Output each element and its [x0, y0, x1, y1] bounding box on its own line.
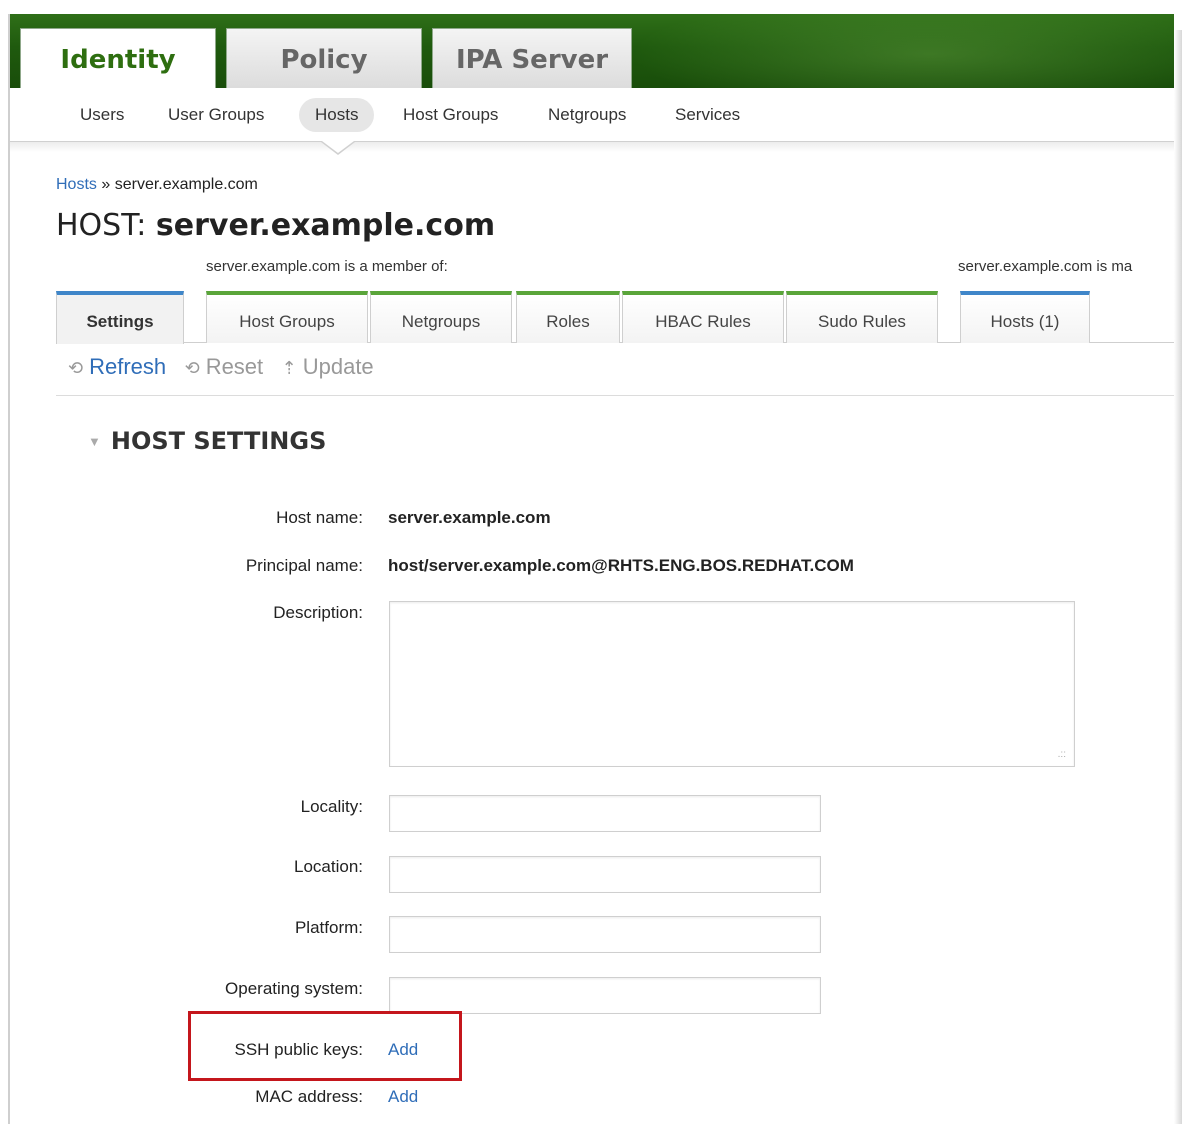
- section-header[interactable]: ▼ HOST SETTINGS: [88, 427, 326, 455]
- facet-tab-roles[interactable]: Roles: [516, 291, 620, 343]
- window-left-edge: [8, 14, 10, 1124]
- page-title-name: server.example.com: [155, 208, 496, 243]
- facet-tab-hosts[interactable]: Hosts (1): [960, 291, 1090, 343]
- description-textarea[interactable]: .::: [389, 601, 1075, 767]
- location-input[interactable]: [389, 856, 821, 893]
- facet-tab-sudo-rules[interactable]: Sudo Rules: [786, 291, 938, 343]
- window-right-shadow: [1174, 30, 1182, 1124]
- description-label: Description:: [273, 603, 363, 622]
- page-title: HOST: server.example.com: [56, 208, 495, 243]
- member-of-label: server.example.com is a member of:: [206, 258, 448, 275]
- action-bar: ⟲ Refresh ⟲ Reset ⇡ Update: [68, 354, 388, 386]
- managed-by-label: server.example.com is ma: [958, 258, 1133, 275]
- top-navigation-bar: Identity Policy IPA Server: [10, 14, 1174, 88]
- operating-system-input[interactable]: [389, 977, 821, 1014]
- update-label: Update: [302, 354, 374, 379]
- host-name-label: Host name:: [276, 508, 363, 527]
- facet-tab-host-groups[interactable]: Host Groups: [206, 291, 368, 343]
- subnav-item-services[interactable]: Services: [659, 98, 756, 132]
- facet-tab-settings[interactable]: Settings: [56, 291, 184, 344]
- subnav-item-netgroups[interactable]: Netgroups: [532, 98, 642, 132]
- breadcrumb-link-hosts[interactable]: Hosts: [56, 176, 97, 193]
- update-button[interactable]: ⇡ Update: [282, 354, 374, 380]
- breadcrumb-current: server.example.com: [114, 176, 258, 193]
- collapse-triangle-icon[interactable]: ▼: [88, 434, 101, 449]
- main-tab-identity[interactable]: Identity: [20, 28, 216, 88]
- subnav-shadow: [10, 142, 1174, 152]
- operating-system-label: Operating system:: [225, 979, 363, 998]
- subnav-item-hosts[interactable]: Hosts: [299, 98, 375, 132]
- refresh-button[interactable]: ⟲ Refresh: [68, 354, 166, 380]
- platform-label: Platform:: [294, 918, 363, 937]
- main-tab-policy[interactable]: Policy: [226, 28, 422, 88]
- action-bar-divider: [56, 395, 1174, 396]
- location-label: Location:: [294, 857, 363, 876]
- subnav-item-users[interactable]: Users: [64, 98, 140, 132]
- reset-button[interactable]: ⟲ Reset: [185, 354, 264, 380]
- mac-address-add-link[interactable]: Add: [388, 1087, 418, 1107]
- page-title-prefix: HOST:: [56, 208, 147, 243]
- subnav-item-host-groups[interactable]: Host Groups: [387, 98, 514, 132]
- main-tab-ipa-server[interactable]: IPA Server: [432, 28, 632, 88]
- subnav-item-user-groups[interactable]: User Groups: [152, 98, 280, 132]
- principal-name-label: Principal name:: [245, 556, 363, 575]
- section-title: HOST SETTINGS: [110, 427, 327, 455]
- locality-label: Locality:: [300, 797, 363, 816]
- reset-icon: ⟲: [184, 358, 200, 378]
- locality-input[interactable]: [389, 795, 821, 832]
- reset-label: Reset: [205, 354, 264, 379]
- breadcrumb: Hosts » server.example.com: [56, 176, 258, 194]
- facet-tab-hbac-rules[interactable]: HBAC Rules: [622, 291, 784, 343]
- breadcrumb-separator: »: [101, 176, 111, 193]
- platform-input[interactable]: [389, 916, 821, 953]
- application-window: Identity Policy IPA Server Users User Gr…: [0, 0, 1182, 1124]
- host-name-value: server.example.com: [388, 508, 551, 527]
- sub-navigation: Users User Groups Hosts Host Groups Netg…: [10, 88, 1174, 142]
- refresh-label: Refresh: [89, 354, 167, 379]
- principal-name-value: host/server.example.com@RHTS.ENG.BOS.RED…: [388, 556, 854, 575]
- subnav-pointer: [322, 141, 354, 153]
- resize-grip-icon[interactable]: .::: [1058, 749, 1066, 760]
- update-icon: ⇡: [281, 358, 297, 378]
- mac-address-label: MAC address:: [255, 1087, 363, 1106]
- refresh-icon: ⟲: [68, 358, 84, 378]
- facet-tab-netgroups[interactable]: Netgroups: [370, 291, 512, 343]
- header-glow: [630, 14, 1174, 88]
- highlight-callout-box: [188, 1011, 462, 1081]
